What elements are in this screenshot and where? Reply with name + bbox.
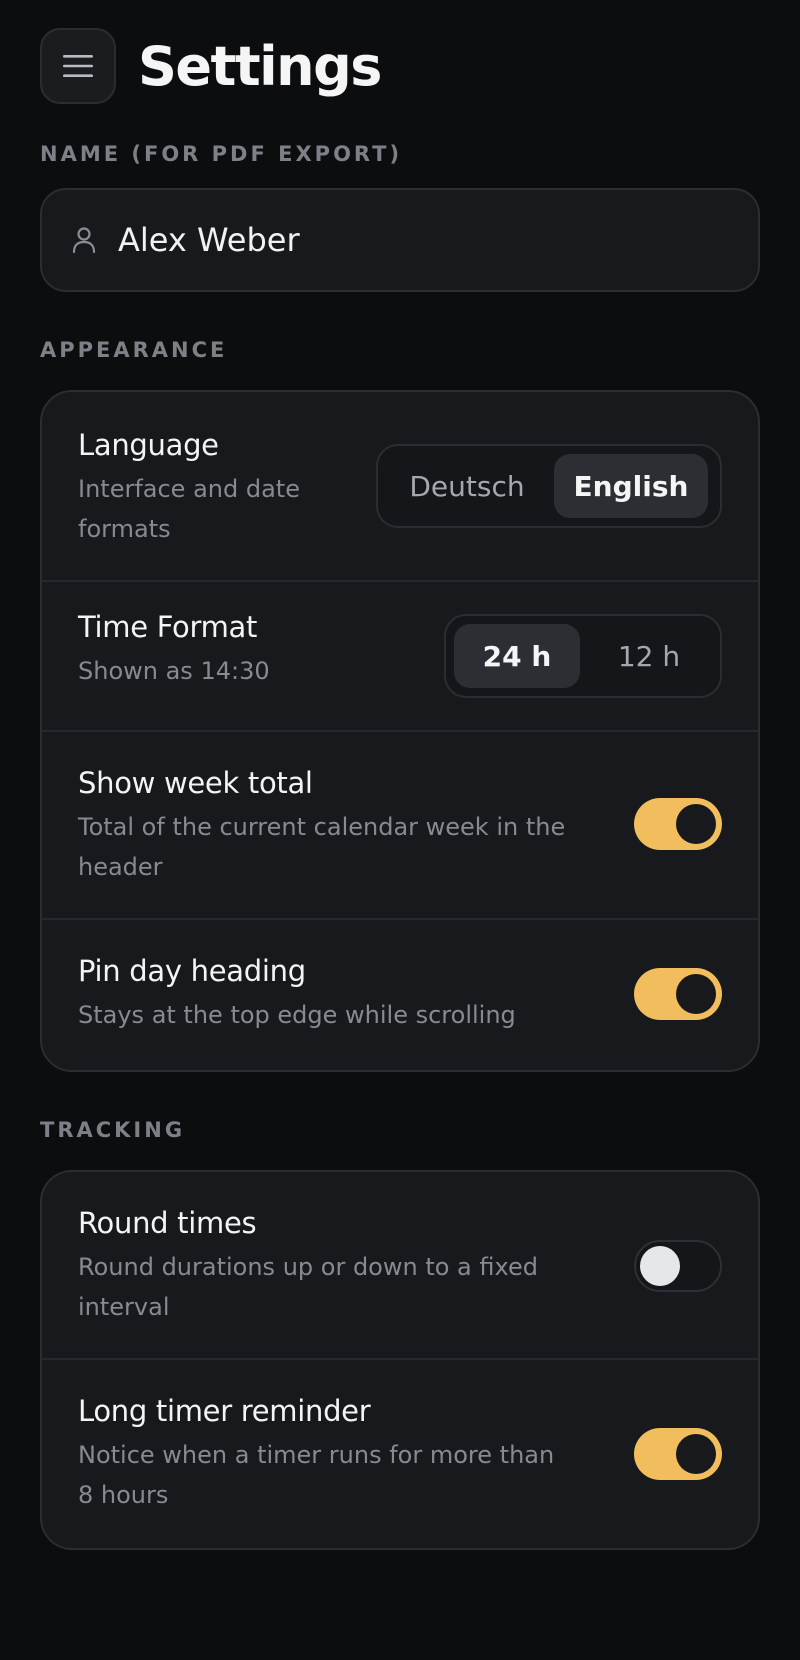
time-format-text: Time Format Shown as 14:30 [78,610,438,691]
toggle-knob [676,804,716,844]
long-timer-reminder-row: Long timer reminder Notice when a timer … [42,1360,758,1548]
long-timer-reminder-description: Notice when a timer runs for more than 8… [78,1440,555,1509]
time-format-row: Time Format Shown as 14:30 24 h 12 h [42,582,758,732]
user-icon [72,227,96,254]
header: Settings [40,28,382,104]
language-description: Interface and date formats [78,474,300,543]
round-times-title: Round times [78,1206,257,1240]
language-text: Language Interface and date formats [78,428,348,549]
long-timer-reminder-text: Long timer reminder Notice when a timer … [78,1394,568,1515]
menu-button[interactable] [40,28,116,104]
toggle-knob [640,1246,680,1286]
pin-day-heading-text: Pin day heading Stays at the top edge wh… [78,954,568,1035]
language-row: Language Interface and date formats Deut… [42,392,758,582]
page-title: Settings [138,34,382,98]
language-option-english[interactable]: English [554,454,708,518]
pin-day-heading-description: Stays at the top edge while scrolling [78,1000,516,1029]
appearance-section-label: APPEARANCE [40,338,228,362]
toggle-knob [676,1434,716,1474]
appearance-card: Language Interface and date formats Deut… [40,390,760,1072]
show-week-total-row: Show week total Total of the current cal… [42,732,758,920]
time-format-title: Time Format [78,610,258,644]
round-times-row: Round times Round durations up or down t… [42,1172,758,1360]
pin-day-heading-title: Pin day heading [78,954,306,988]
tracking-section-label: TRACKING [40,1118,186,1142]
toggle-knob [676,974,716,1014]
language-segmented-control: Deutsch English [376,444,722,528]
show-week-total-text: Show week total Total of the current cal… [78,766,568,887]
pin-day-heading-row: Pin day heading Stays at the top edge wh… [42,920,758,1070]
tracking-card: Round times Round durations up or down t… [40,1170,760,1550]
name-value: Alex Weber [118,221,300,259]
hamburger-menu-icon [63,55,93,77]
round-times-toggle[interactable] [634,1240,722,1292]
long-timer-reminder-toggle[interactable] [634,1428,722,1480]
pin-day-heading-toggle[interactable] [634,968,722,1020]
time-format-description: Shown as 14:30 [78,656,270,685]
round-times-description: Round durations up or down to a fixed in… [78,1252,538,1321]
show-week-total-description: Total of the current calendar week in th… [78,812,566,881]
show-week-total-toggle[interactable] [634,798,722,850]
show-week-total-title: Show week total [78,766,313,800]
language-title: Language [78,428,219,462]
time-format-option-12h[interactable]: 12 h [586,624,712,688]
settings-page: Settings NAME (FOR PDF EXPORT) Alex Webe… [0,0,800,1660]
language-option-deutsch[interactable]: Deutsch [386,454,548,518]
time-format-option-24h[interactable]: 24 h [454,624,580,688]
long-timer-reminder-title: Long timer reminder [78,1394,371,1428]
time-format-segmented-control: 24 h 12 h [444,614,722,698]
name-section-label: NAME (FOR PDF EXPORT) [40,142,403,166]
name-field[interactable]: Alex Weber [40,188,760,292]
round-times-text: Round times Round durations up or down t… [78,1206,568,1327]
